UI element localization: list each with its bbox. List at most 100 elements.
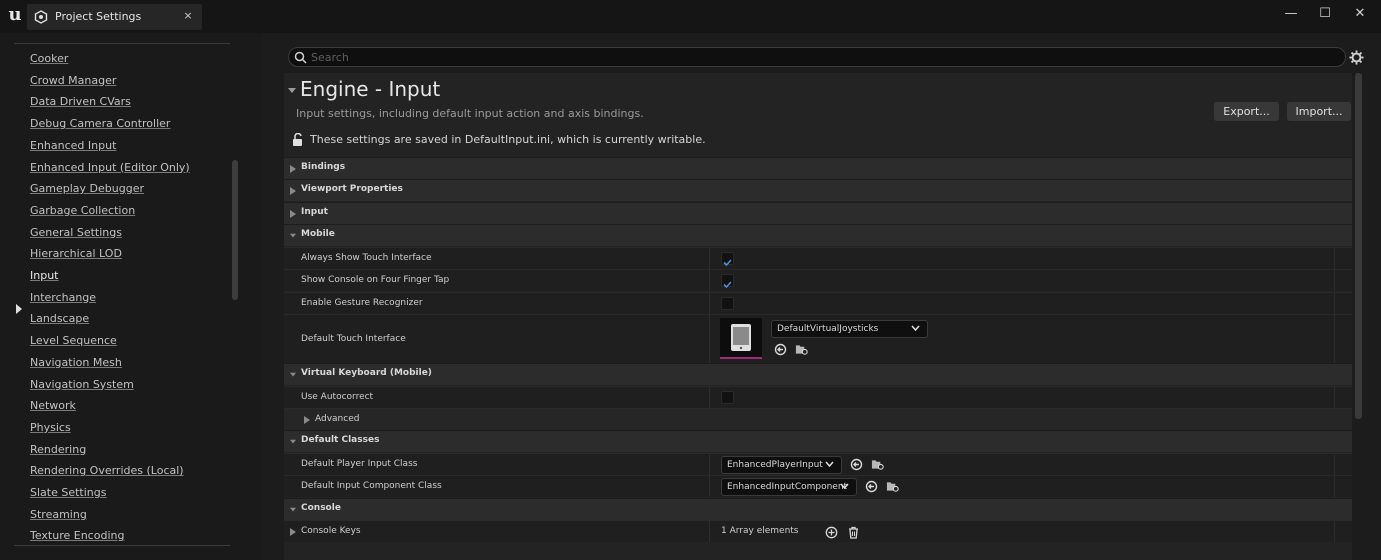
sidebar-item-rendering[interactable]: Rendering bbox=[30, 442, 86, 458]
add-element-icon[interactable] bbox=[825, 526, 838, 539]
collapse-arrow-icon bbox=[290, 507, 296, 512]
property-console-keys: Console Keys 1 Array elements bbox=[284, 520, 1352, 542]
minimize-button[interactable]: — bbox=[1279, 4, 1303, 24]
property-label: Always Show Touch Interface bbox=[301, 253, 432, 263]
export-button[interactable]: Export... bbox=[1214, 102, 1279, 121]
expand-arrow-icon[interactable] bbox=[15, 304, 23, 314]
sidebar-item-navigation-system[interactable]: Navigation System bbox=[30, 377, 134, 393]
use-autocorrect-checkbox[interactable] bbox=[721, 391, 734, 404]
property-default-touch-interface: Default Touch Interface DefaultVirtualJo… bbox=[284, 314, 1352, 363]
sidebar-item-enhanced-input[interactable]: Enhanced Input bbox=[30, 138, 116, 154]
page-title: Engine - Input bbox=[300, 77, 441, 101]
sidebar-item-enhanced-input-editor-only[interactable]: Enhanced Input (Editor Only) bbox=[30, 160, 190, 176]
sidebar-item-texture-encoding[interactable]: Texture Encoding bbox=[30, 528, 124, 544]
default-touch-interface-dropdown[interactable]: DefaultVirtualJoysticks bbox=[771, 320, 928, 338]
delete-trash-icon[interactable] bbox=[847, 526, 860, 539]
column-divider bbox=[709, 387, 710, 408]
browse-folder-icon[interactable] bbox=[795, 343, 808, 356]
category-bindings[interactable]: Bindings bbox=[284, 157, 1352, 179]
sidebar-item-network[interactable]: Network bbox=[30, 398, 76, 414]
sidebar-item-data-driven-cvars[interactable]: Data Driven CVars bbox=[30, 94, 131, 110]
dropdown-value: DefaultVirtualJoysticks bbox=[777, 324, 879, 334]
sidebar-divider bbox=[14, 545, 230, 546]
close-window-button[interactable]: ✕ bbox=[1348, 4, 1372, 24]
content-scrollbar[interactable] bbox=[1355, 73, 1362, 419]
sidebar-item-cooker[interactable]: Cooker bbox=[30, 51, 68, 67]
collapse-arrow-icon bbox=[290, 439, 296, 444]
category-label: Bindings bbox=[301, 162, 346, 172]
input-component-class-dropdown[interactable]: EnhancedInputComponent bbox=[721, 478, 857, 496]
sidebar-item-crowd-manager[interactable]: Crowd Manager bbox=[30, 73, 116, 89]
enable-gesture-checkbox[interactable] bbox=[721, 297, 734, 310]
title-bar: u Project Settings × — ☐ ✕ bbox=[0, 0, 1381, 33]
column-divider bbox=[1334, 293, 1335, 314]
maximize-button[interactable]: ☐ bbox=[1313, 4, 1337, 24]
sidebar-item-garbage-collection[interactable]: Garbage Collection bbox=[30, 203, 135, 219]
reset-arrow-icon[interactable] bbox=[865, 480, 878, 493]
sidebar-item-input[interactable]: Input bbox=[30, 268, 58, 284]
column-divider bbox=[1334, 270, 1335, 291]
column-divider bbox=[709, 454, 710, 475]
category-mobile[interactable]: Mobile bbox=[284, 224, 1352, 246]
sidebar-item-physics[interactable]: Physics bbox=[30, 420, 71, 436]
checkmark-icon bbox=[723, 281, 732, 289]
column-divider bbox=[1334, 454, 1335, 475]
category-virtual-keyboard[interactable]: Virtual Keyboard (Mobile) bbox=[284, 363, 1352, 385]
collapse-arrow-icon bbox=[290, 372, 296, 377]
sidebar-item-hierarchical-lod[interactable]: Hierarchical LOD bbox=[30, 246, 122, 262]
column-divider bbox=[1334, 248, 1335, 269]
tab-label: Project Settings bbox=[55, 10, 142, 23]
reset-arrow-icon[interactable] bbox=[774, 343, 787, 356]
category-input[interactable]: Input bbox=[284, 202, 1352, 224]
player-input-class-dropdown[interactable]: EnhancedPlayerInput bbox=[721, 456, 842, 474]
search-box[interactable] bbox=[288, 47, 1346, 67]
property-label: Console Keys bbox=[301, 526, 361, 536]
collapse-arrow-icon[interactable] bbox=[288, 87, 296, 95]
reset-arrow-icon[interactable] bbox=[850, 458, 863, 471]
settings-content: Engine - Input Input settings, including… bbox=[284, 73, 1352, 560]
gear-icon[interactable] bbox=[1349, 50, 1364, 65]
show-console-checkbox[interactable] bbox=[721, 274, 734, 289]
property-label: Show Console on Four Finger Tap bbox=[301, 275, 450, 285]
sidebar-item-interchange[interactable]: Interchange bbox=[30, 290, 96, 306]
asset-thumbnail[interactable] bbox=[720, 318, 762, 359]
sidebar-item-level-sequence[interactable]: Level Sequence bbox=[30, 333, 117, 349]
sidebar-item-landscape[interactable]: Landscape bbox=[30, 311, 89, 327]
sidebar-item-navigation-mesh[interactable]: Navigation Mesh bbox=[30, 355, 122, 371]
always-show-touch-checkbox[interactable] bbox=[721, 252, 734, 267]
settings-main: Engine - Input Input settings, including… bbox=[262, 33, 1381, 560]
advanced-subcategory[interactable]: Advanced bbox=[284, 408, 1352, 430]
category-default-classes[interactable]: Default Classes bbox=[284, 430, 1352, 452]
sidebar-scrollbar[interactable] bbox=[232, 160, 238, 300]
category-viewport-properties[interactable]: Viewport Properties bbox=[284, 179, 1352, 201]
property-label: Enable Gesture Recognizer bbox=[301, 298, 423, 308]
category-label: Viewport Properties bbox=[301, 184, 403, 194]
browse-folder-icon[interactable] bbox=[871, 458, 884, 471]
sidebar-item-rendering-overrides-local[interactable]: Rendering Overrides (Local) bbox=[30, 463, 184, 479]
checkmark-icon bbox=[723, 259, 732, 267]
sidebar-item-slate-settings[interactable]: Slate Settings bbox=[30, 485, 106, 501]
property-default-player-input-class: Default Player Input Class EnhancedPlaye… bbox=[284, 453, 1352, 475]
property-always-show-touch-interface: Always Show Touch Interface bbox=[284, 247, 1352, 269]
advanced-label: Advanced bbox=[315, 414, 360, 424]
column-divider bbox=[709, 248, 710, 269]
browse-folder-icon[interactable] bbox=[886, 480, 899, 493]
search-input[interactable] bbox=[311, 49, 1331, 65]
category-label: Console bbox=[301, 503, 341, 513]
expand-arrow-icon bbox=[290, 210, 296, 218]
sidebar-item-debug-camera-controller[interactable]: Debug Camera Controller bbox=[30, 116, 170, 132]
config-file-notice: These settings are saved in DefaultInput… bbox=[310, 133, 706, 146]
expand-arrow-icon[interactable] bbox=[290, 528, 296, 536]
tab-project-settings[interactable]: Project Settings × bbox=[27, 4, 202, 30]
collapse-arrow-icon bbox=[290, 233, 296, 238]
category-console[interactable]: Console bbox=[284, 498, 1352, 520]
import-button[interactable]: Import... bbox=[1287, 102, 1351, 121]
tab-close-icon[interactable]: × bbox=[181, 9, 195, 23]
sidebar-item-streaming[interactable]: Streaming bbox=[30, 507, 87, 523]
sidebar-item-gameplay-debugger[interactable]: Gameplay Debugger bbox=[30, 181, 144, 197]
sidebar-item-general-settings[interactable]: General Settings bbox=[30, 225, 122, 241]
chevron-down-icon bbox=[840, 483, 849, 490]
search-icon bbox=[294, 51, 307, 64]
column-divider bbox=[709, 270, 710, 291]
unreal-logo-icon[interactable]: u bbox=[4, 4, 26, 26]
